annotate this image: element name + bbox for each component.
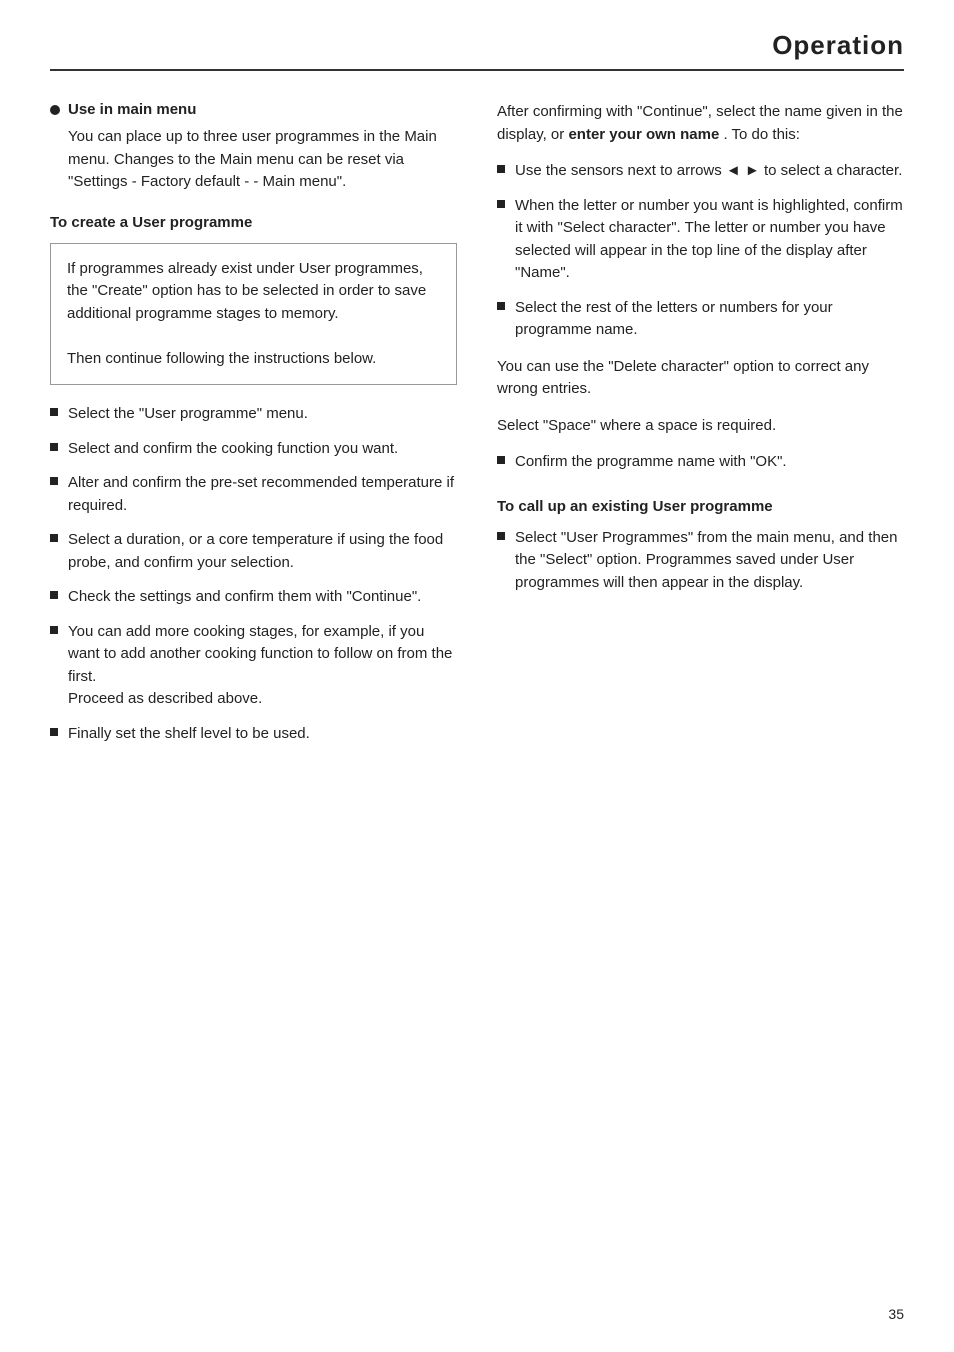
bullet-square-icon: [50, 534, 58, 542]
list-item-text: Select "User Programmes" from the main m…: [515, 527, 904, 595]
list-item: You can add more cooking stages, for exa…: [50, 621, 457, 711]
list-item-text: You can add more cooking stages, for exa…: [68, 621, 457, 711]
content-columns: Use in main menu You can place up to thr…: [50, 101, 904, 757]
list-item-text: Use the sensors next to arrows ◄ ► to se…: [515, 160, 904, 183]
list-item-text: Select a duration, or a core temperature…: [68, 529, 457, 574]
bullet-square-icon: [50, 626, 58, 634]
list-item: Select and confirm the cooking function …: [50, 438, 457, 461]
use-in-main-menu-body: You can place up to three user programme…: [68, 126, 457, 194]
list-item-text: When the letter or number you want is hi…: [515, 195, 904, 285]
list-item-text: Select the "User programme" menu.: [68, 403, 457, 426]
bullet-square-icon: [497, 165, 505, 173]
bullet-square-icon: [497, 302, 505, 310]
list-item-text: Alter and confirm the pre-set recommende…: [68, 472, 457, 517]
page-header: Operation: [50, 30, 904, 71]
list-item: Check the settings and confirm them with…: [50, 586, 457, 609]
right-column: After confirming with "Continue", select…: [497, 101, 904, 757]
right-bullet-list-1: Use the sensors next to arrows ◄ ► to se…: [497, 160, 904, 342]
page-container: Operation Use in main menu You can place…: [0, 0, 954, 1352]
list-item-text: Finally set the shelf level to be used.: [68, 723, 457, 746]
left-bullet-list: Select the "User programme" menu. Select…: [50, 403, 457, 745]
page-number: 35: [888, 1306, 904, 1322]
to-call-list: Select "User Programmes" from the main m…: [497, 527, 904, 595]
bullet-square-icon: [50, 408, 58, 416]
right-bullet-list-2: Confirm the programme name with "OK".: [497, 451, 904, 474]
list-item: Confirm the programme name with "OK".: [497, 451, 904, 474]
list-item-text: Check the settings and confirm them with…: [68, 586, 457, 609]
space-para: Select "Space" where a space is required…: [497, 415, 904, 438]
info-box: If programmes already exist under User p…: [50, 243, 457, 386]
delete-character-para: You can use the "Delete character" optio…: [497, 356, 904, 401]
list-item: Finally set the shelf level to be used.: [50, 723, 457, 746]
list-item: Alter and confirm the pre-set recommende…: [50, 472, 457, 517]
list-item-text: Confirm the programme name with "OK".: [515, 451, 904, 474]
intro-end: . To do this:: [723, 126, 799, 143]
intro-paragraph: After confirming with "Continue", select…: [497, 101, 904, 146]
list-item: Select the "User programme" menu.: [50, 403, 457, 426]
bullet-square-icon: [50, 728, 58, 736]
list-item: Select "User Programmes" from the main m…: [497, 527, 904, 595]
list-item-text: Select the rest of the letters or number…: [515, 297, 904, 342]
bullet-square-icon: [50, 477, 58, 485]
page-title: Operation: [772, 30, 904, 61]
list-item: Select a duration, or a core temperature…: [50, 529, 457, 574]
bullet-square-icon: [497, 456, 505, 464]
to-create-heading: To create a User programme: [50, 214, 457, 231]
list-item: Select the rest of the letters or number…: [497, 297, 904, 342]
use-in-main-menu-heading-row: Use in main menu: [50, 101, 457, 118]
to-call-heading: To call up an existing User programme: [497, 498, 904, 515]
use-in-main-menu-heading: Use in main menu: [68, 101, 196, 118]
bullet-square-icon: [50, 591, 58, 599]
bullet-square-icon: [497, 200, 505, 208]
bullet-square-icon: [497, 532, 505, 540]
bullet-square-icon: [50, 443, 58, 451]
info-box-line2: Then continue following the instructions…: [67, 350, 376, 367]
left-column: Use in main menu You can place up to thr…: [50, 101, 457, 757]
info-box-line1: If programmes already exist under User p…: [67, 260, 426, 322]
list-item-text: Select and confirm the cooking function …: [68, 438, 457, 461]
bullet-circle-icon: [50, 105, 60, 115]
list-item: Use the sensors next to arrows ◄ ► to se…: [497, 160, 904, 183]
intro-bold: enter your own name: [568, 126, 719, 143]
list-item: When the letter or number you want is hi…: [497, 195, 904, 285]
